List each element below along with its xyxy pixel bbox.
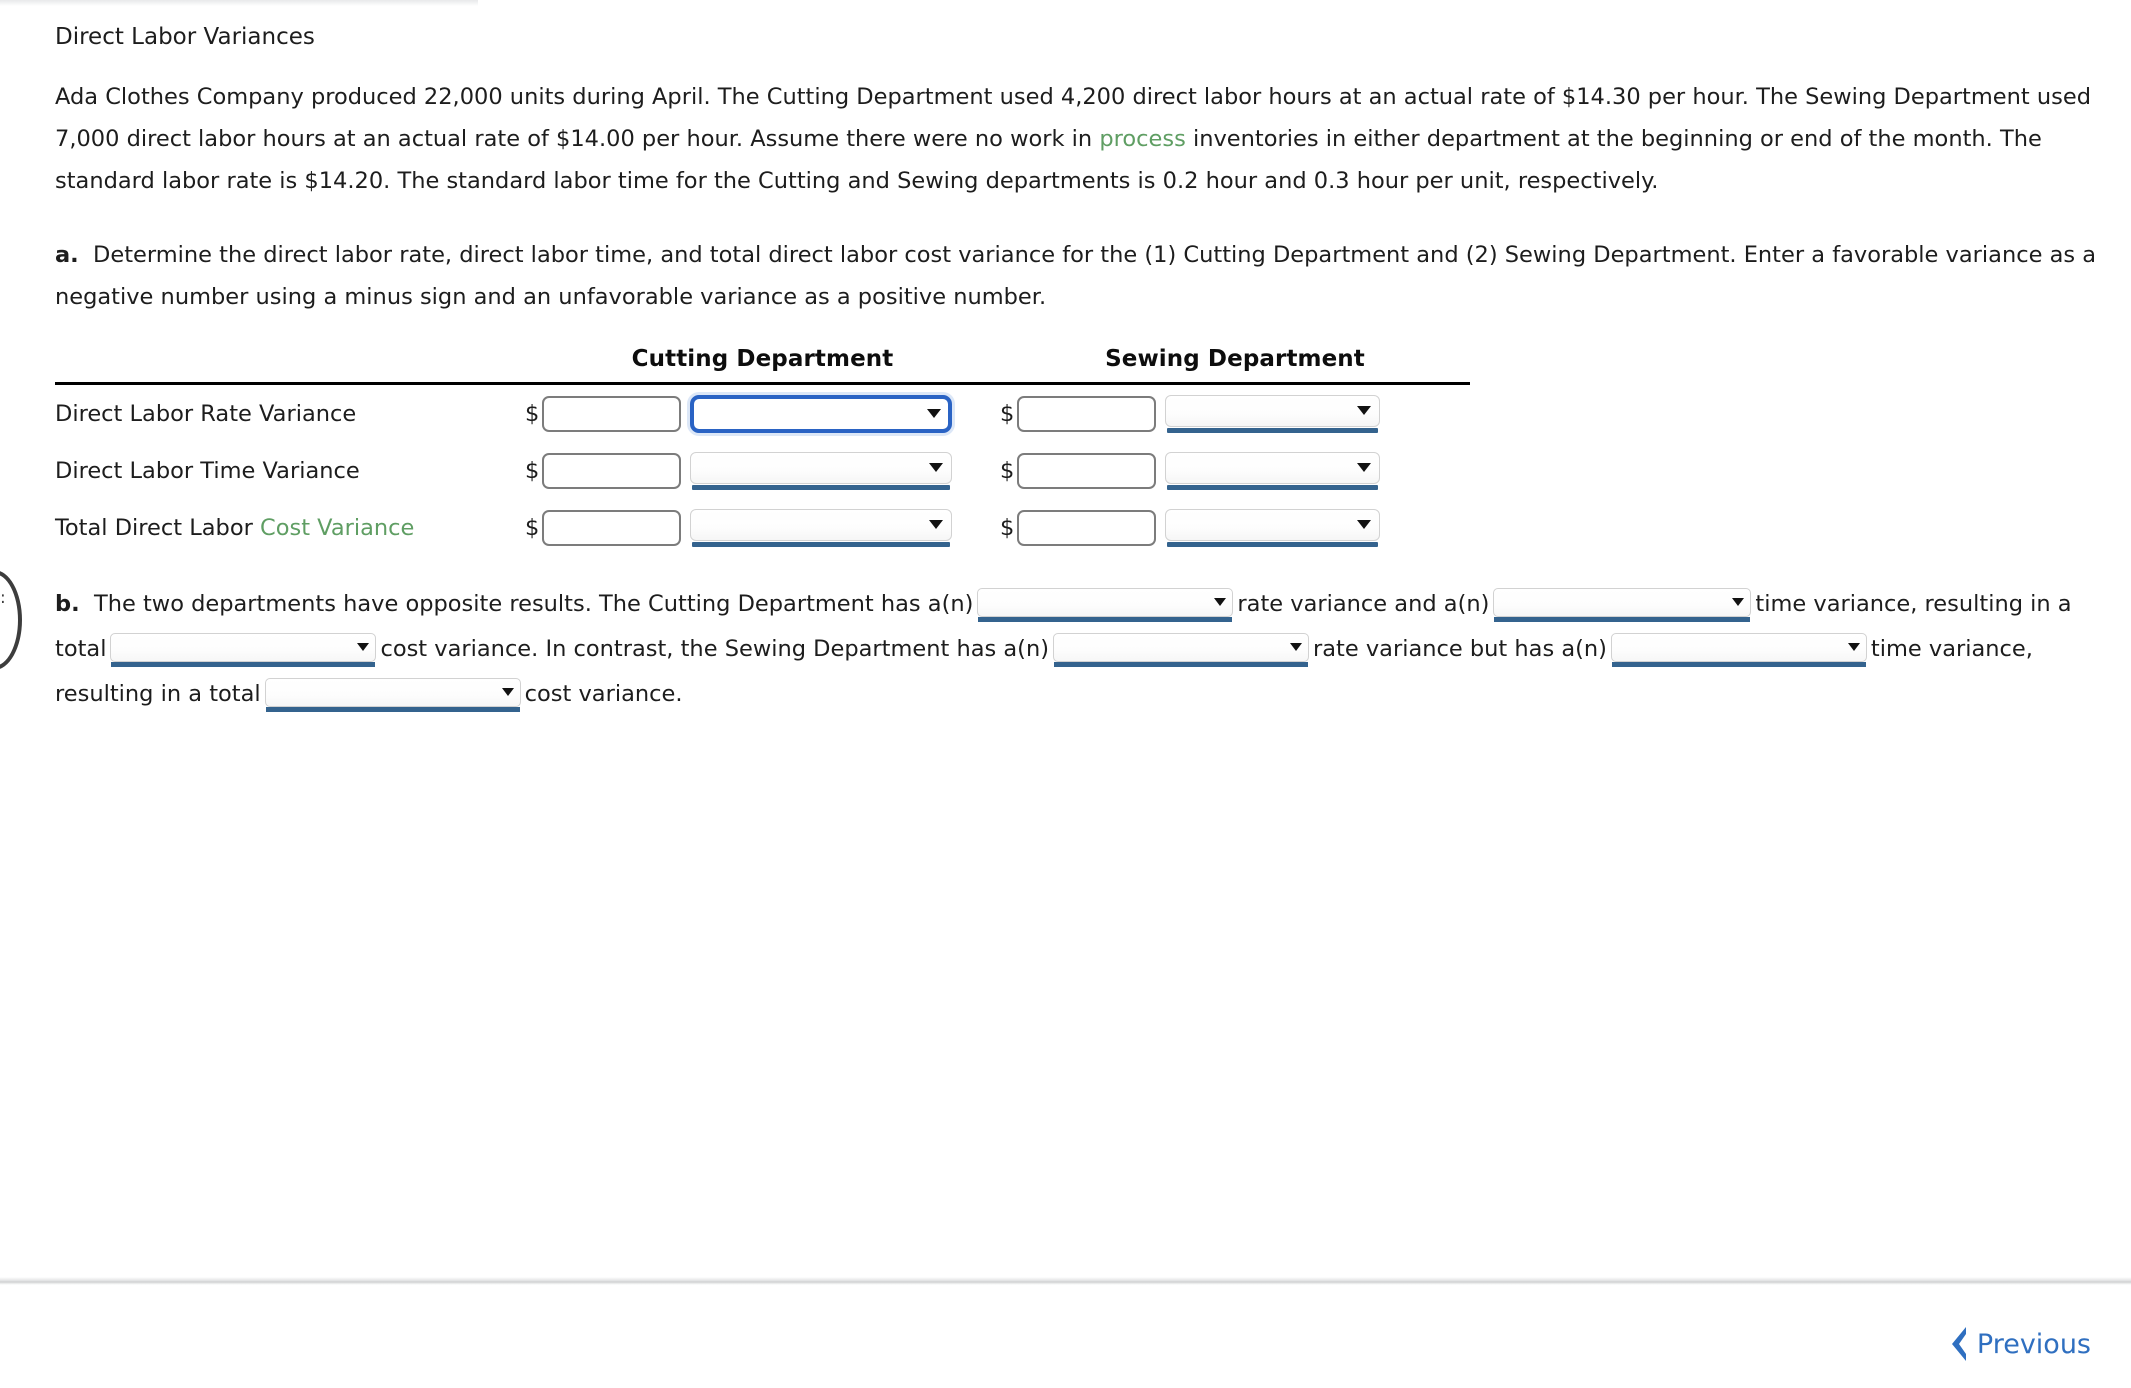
dollar-sign: $ [1000,400,1015,427]
part-a-instructions: a. Determine the direct labor rate, dire… [55,234,2105,318]
table-header-blank [55,346,525,385]
part-b-sewing-time-variance-select-wrapper: favorableunfavorable [1610,632,1867,667]
row-label-prefix: Total Direct Labor [55,514,260,541]
table-row: Direct Labor Rate Variance $ FavorableUn… [55,384,1470,443]
part-b-text-1: The two departments have opposite result… [93,591,974,617]
problem-statement: Ada Clothes Company produced 22,000 unit… [55,76,2115,202]
cutting-rate-variance-select-wrapper: FavorableUnfavorable [690,394,953,433]
table-header-row: Cutting Department Sewing Department [55,346,1470,385]
select-underline [1611,661,1866,667]
dollar-sign: $ [1000,457,1015,484]
top-shadow-strip [0,0,478,6]
sewing-total-cost-variance-input[interactable] [1017,509,1157,546]
part-b-text-2: rate variance and a(n) [1237,591,1490,617]
row-label-total-direct-labor-cost-variance: Total Direct Labor Cost Variance [55,499,525,556]
previous-button[interactable]: Previous [1947,1325,2091,1363]
cutting-total-cost-variance-input[interactable] [542,509,682,546]
part-b-label: b. [55,591,80,617]
sewing-rate-variance-select[interactable]: FavorableUnfavorable [1165,394,1381,427]
part-b-sewing-time-variance-select[interactable]: favorableunfavorable [1610,632,1867,662]
cutting-time-variance-input[interactable] [542,452,682,489]
table-row: Total Direct Labor Cost Variance $ Favor… [55,499,1470,556]
sewing-total-cost-variance-select[interactable]: FavorableUnfavorable [1165,508,1381,541]
select-underline [1167,541,1379,547]
table-header-cutting: Cutting Department [525,346,1000,385]
cell-sewing-rate-variance: $ FavorableUnfavorable [1000,384,1470,443]
dollar-sign: $ [1000,514,1015,541]
sewing-time-variance-input[interactable] [1017,452,1157,489]
part-b-cutting-total-cost-variance-select[interactable]: favorableunfavorable [110,632,377,662]
cutting-total-cost-variance-select[interactable]: FavorableUnfavorable [690,508,953,541]
sewing-rate-variance-select-wrapper: FavorableUnfavorable [1165,394,1381,433]
part-a-label: a. [55,242,79,268]
variance-answer-table: Cutting Department Sewing Department Dir… [55,346,1470,556]
dollar-sign: $ [525,400,540,427]
select-underline [692,541,951,547]
row-label-direct-labor-rate-variance: Direct Labor Rate Variance [55,400,357,427]
process-glossary-link[interactable]: process [1099,126,1185,152]
table-header-sewing: Sewing Department [1000,346,1470,385]
sewing-rate-variance-input[interactable] [1017,395,1157,432]
cost-variance-glossary-link[interactable]: Cost Variance [260,515,414,541]
select-underline [978,616,1233,622]
footer-divider [0,1277,2131,1285]
part-b-cutting-rate-variance-select[interactable]: favorableunfavorable [977,587,1234,617]
row-label-direct-labor-time-variance: Direct Labor Time Variance [55,457,360,484]
part-b-text-7: cost variance. [524,681,683,707]
table-row: Direct Labor Time Variance $ FavorableUn… [55,442,1470,499]
cell-cutting-total-cost-variance: $ FavorableUnfavorable [525,499,1000,556]
select-underline [111,661,376,667]
select-underline [692,484,951,490]
dollar-sign: $ [525,514,540,541]
cell-cutting-rate-variance: $ FavorableUnfavorable [525,384,1000,443]
part-a-text: Determine the direct labor rate, direct … [55,242,2097,310]
part-b-sewing-rate-variance-select-wrapper: favorableunfavorable [1053,632,1309,667]
part-b-cutting-time-variance-select[interactable]: favorableunfavorable [1493,587,1752,617]
cutting-total-cost-variance-select-wrapper: FavorableUnfavorable [690,508,953,547]
part-b-text-4: cost variance. In contrast, the Sewing D… [380,636,1049,662]
part-b-sewing-total-cost-variance-select[interactable]: favorableunfavorable [264,677,521,707]
chevron-left-icon [1951,1327,1966,1361]
cutting-rate-variance-input[interactable] [542,395,682,432]
cutting-rate-variance-select[interactable]: FavorableUnfavorable [690,394,953,433]
part-b-sewing-rate-variance-select[interactable]: favorableunfavorable [1053,632,1309,662]
cell-sewing-total-cost-variance: $ FavorableUnfavorable [1000,499,1470,556]
part-b-cutting-total-cost-variance-select-wrapper: favorableunfavorable [110,632,377,667]
cutting-time-variance-select[interactable]: FavorableUnfavorable [690,451,953,484]
select-underline [1494,616,1751,622]
sewing-time-variance-select[interactable]: FavorableUnfavorable [1165,451,1381,484]
part-b-cutting-rate-variance-select-wrapper: favorableunfavorable [977,587,1234,622]
part-b-statement: b. The two departments have opposite res… [55,582,2095,717]
cutting-time-variance-select-wrapper: FavorableUnfavorable [690,451,953,490]
sewing-total-cost-variance-select-wrapper: FavorableUnfavorable [1165,508,1381,547]
page-title: Direct Labor Variances [55,24,315,50]
select-underline [1167,427,1379,433]
part-b-cutting-time-variance-select-wrapper: favorableunfavorable [1493,587,1752,622]
part-b-text-5: rate variance but has a(n) [1313,636,1607,662]
dollar-sign: $ [525,457,540,484]
cell-sewing-time-variance: $ FavorableUnfavorable [1000,442,1470,499]
select-underline [1167,484,1379,490]
part-b-sewing-total-cost-variance-select-wrapper: favorableunfavorable [264,677,521,712]
sewing-time-variance-select-wrapper: FavorableUnfavorable [1165,451,1381,490]
select-underline [1054,661,1308,667]
page-content: Direct Labor Variances Ada Clothes Compa… [55,22,2115,717]
previous-button-label: Previous [1976,1328,2091,1360]
left-edge-circle-dots: : [0,588,6,608]
select-underline [265,706,520,712]
cell-cutting-time-variance: $ FavorableUnfavorable [525,442,1000,499]
